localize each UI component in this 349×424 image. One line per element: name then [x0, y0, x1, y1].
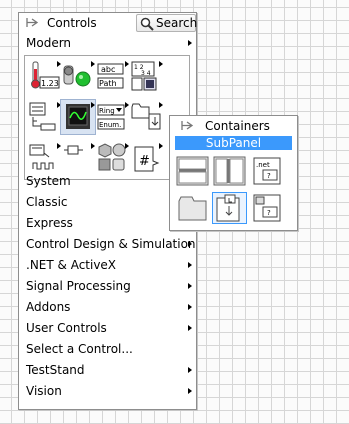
submenu-arrow-icon	[188, 262, 192, 268]
category-user-controls[interactable]: User Controls	[19, 318, 196, 338]
io-icon[interactable]	[27, 141, 61, 175]
search-label: Search	[156, 16, 198, 30]
pin-icon[interactable]	[25, 16, 39, 29]
numeric-value-text: 1.23	[41, 79, 59, 88]
submenu-arrow-icon	[188, 388, 192, 394]
svg-text:?: ?	[267, 209, 271, 217]
category-modern[interactable]: Modern	[19, 33, 196, 53]
search-icon	[140, 17, 154, 31]
palette-title: Controls	[47, 16, 97, 30]
search-button[interactable]: Search	[136, 14, 198, 32]
svg-text:Path: Path	[99, 79, 117, 88]
category-signal-processing[interactable]: Signal Processing	[19, 276, 196, 296]
category-net-activex[interactable]: .NET & ActiveX	[19, 255, 196, 275]
modern-icons-grid: 1.23 abc Path 1 2 3 4 Ring Enum. #	[24, 55, 190, 180]
numeric-icon[interactable]: 1.23	[27, 59, 61, 93]
decorations-icon[interactable]	[95, 141, 129, 175]
refnum-icon[interactable]: #	[129, 141, 163, 175]
hovered-item-label: SubPanel	[175, 136, 292, 150]
net-label: .net	[256, 161, 270, 169]
svg-text:Ring: Ring	[99, 107, 115, 115]
array-matrix-cluster-icon[interactable]: 1 2 3 4	[129, 59, 163, 93]
submenu-arrow-icon	[188, 283, 192, 289]
category-vision[interactable]: Vision	[19, 381, 196, 401]
boolean-icon[interactable]	[61, 59, 95, 93]
vertical-splitter-bar-icon[interactable]	[213, 156, 246, 186]
activex-container-icon[interactable]: ?	[252, 193, 285, 223]
containers-subpalette: Containers SubPanel .net ? ?	[169, 115, 298, 231]
svg-text:3 4: 3 4	[141, 70, 151, 77]
variant-class-icon[interactable]	[61, 141, 95, 175]
graph-icon[interactable]	[60, 99, 96, 135]
select-a-control-item[interactable]: Select a Control...	[19, 339, 196, 359]
tab-control-icon[interactable]	[176, 193, 209, 223]
refnum-symbol-text: #	[139, 154, 150, 169]
net-container-icon[interactable]: .net ?	[252, 156, 285, 186]
subpanel-icon[interactable]	[212, 192, 247, 224]
palette-header: Controls Search	[19, 13, 198, 33]
subpalette-title: Containers	[205, 119, 270, 133]
svg-text:Enum.: Enum.	[99, 121, 121, 129]
submenu-arrow-icon	[188, 40, 192, 46]
svg-text:abc: abc	[101, 65, 115, 74]
category-addons[interactable]: Addons	[19, 297, 196, 317]
submenu-arrow-icon	[188, 367, 192, 373]
submenu-arrow-icon	[188, 325, 192, 331]
string-path-icon[interactable]: abc Path	[95, 59, 129, 93]
list-table-tree-icon[interactable]	[27, 100, 61, 134]
submenu-arrow-icon	[188, 241, 192, 247]
containers-icon[interactable]	[129, 100, 163, 134]
category-label: Modern	[26, 36, 72, 50]
horizontal-splitter-bar-icon[interactable]	[176, 156, 209, 186]
ring-enum-icon[interactable]: Ring Enum.	[95, 100, 129, 134]
pin-icon[interactable]	[180, 119, 194, 132]
svg-text:?: ?	[267, 172, 271, 180]
category-teststand[interactable]: TestStand	[19, 360, 196, 380]
category-control-design-simulation[interactable]: Control Design & Simulation	[19, 234, 196, 254]
submenu-arrow-icon	[188, 304, 192, 310]
